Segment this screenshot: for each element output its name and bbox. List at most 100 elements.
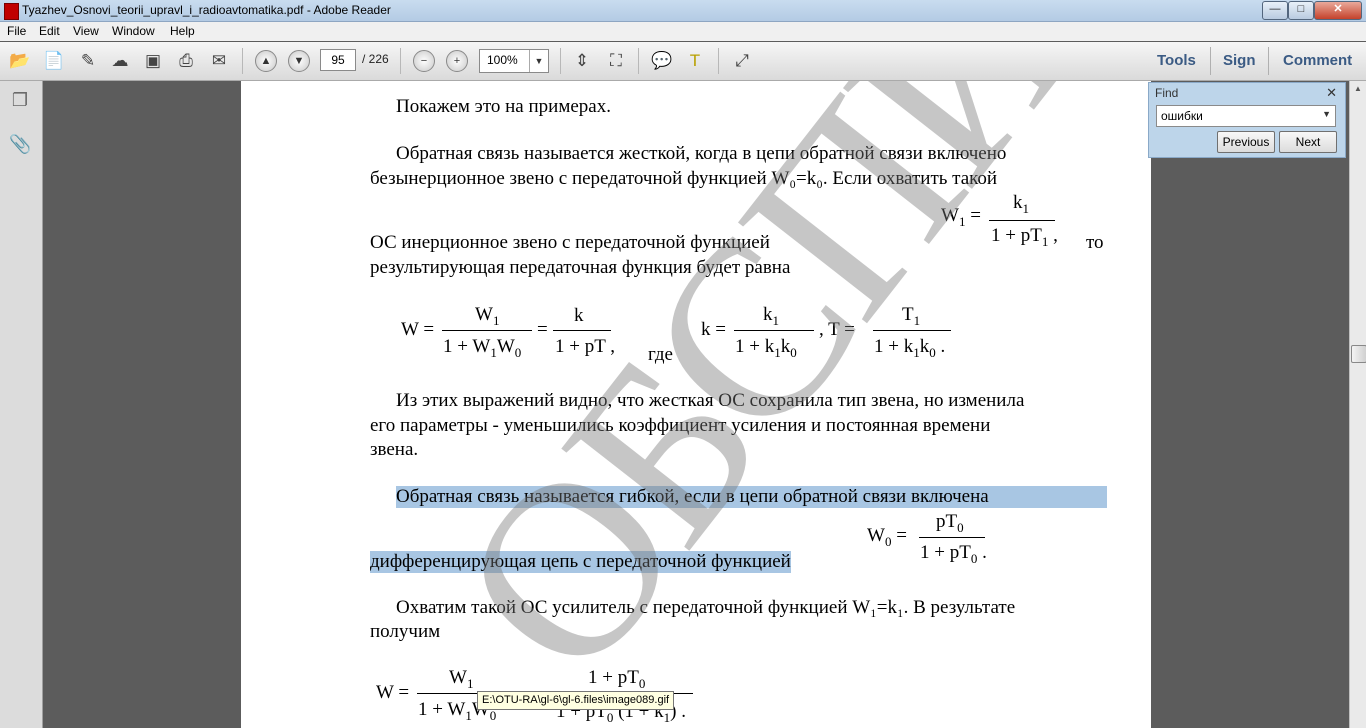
attachments-icon[interactable]: 📎 (9, 133, 31, 155)
paragraph-text: Охватим такой ОС усилитель с передаточно… (396, 597, 1016, 618)
highlighted-search-result: Обратная связь называется гибкой, если в… (396, 486, 1107, 508)
maximize-button[interactable]: □ (1288, 1, 1314, 20)
chevron-down-icon[interactable]: ▼ (1322, 109, 1331, 119)
fraction-line (919, 537, 985, 538)
chevron-down-icon[interactable]: ▼ (529, 50, 548, 72)
toolbar-divider (718, 48, 719, 74)
image-path-tooltip: E:\OTU-RA\gl-6\gl-6.files\image089.gif (477, 691, 675, 710)
formula-w: W = (401, 319, 435, 340)
formula-comma: , T = (819, 319, 855, 340)
paragraph-text: безынерционное звено с передаточной функ… (370, 168, 998, 189)
upload-cloud-icon[interactable]: ☁ (109, 51, 131, 71)
edit-icon[interactable]: ✎ (77, 51, 99, 71)
title-bar: Tyazhev_Osnovi_teorii_upravl_i_radioavto… (0, 0, 1366, 22)
find-panel: Find ✕ ошибки ▼ Previous Next (1148, 82, 1346, 158)
zoom-value: 100% (487, 53, 518, 67)
formula-w0: W0 = (867, 525, 907, 549)
toolbar-divider (242, 48, 243, 74)
page-number-input[interactable] (320, 49, 356, 71)
fraction-line (734, 330, 814, 331)
navigation-panel: ❐ 📎 (0, 81, 43, 728)
toolbar-divider (1268, 47, 1269, 75)
formula-equals: = (537, 319, 548, 340)
print-icon[interactable]: ⎙ (175, 51, 197, 71)
formula-denominator: 1 + pT , (555, 336, 615, 357)
adobe-reader-icon (4, 3, 19, 20)
menu-edit[interactable]: Edit (39, 24, 60, 38)
page-thumbnails-icon[interactable]: ❐ (9, 89, 31, 111)
page-total-label: / 226 (362, 52, 389, 66)
email-icon[interactable]: ✉ (208, 51, 230, 71)
close-button[interactable]: ✕ (1314, 1, 1362, 20)
formula-numerator: 1 + pT0 (588, 667, 646, 691)
close-icon[interactable]: ✕ (1326, 85, 1337, 101)
paragraph-text: результирующая передаточная функция буде… (370, 257, 791, 278)
find-next-button[interactable]: Next (1279, 131, 1337, 153)
formula-denominator: 1 + pT0 . (920, 542, 987, 566)
formula-numerator: k1 (1013, 192, 1029, 216)
formula-denominator: 1 + W1W0 (443, 336, 522, 360)
open-icon[interactable]: 📂 (9, 51, 31, 71)
paragraph-text: его параметры - уменьшились коэффициент … (370, 415, 991, 436)
fraction-line (442, 330, 532, 331)
menu-view[interactable]: View (73, 24, 99, 38)
toolbar-divider (638, 48, 639, 74)
document-viewport[interactable]: Покажем это на примерах. Обратная связь … (43, 81, 1349, 728)
formula-numerator: W1 (449, 667, 474, 691)
window-title: Tyazhev_Osnovi_teorii_upravl_i_radioavto… (22, 3, 391, 17)
formula-numerator: W1 (475, 304, 500, 328)
toolbar-divider (400, 48, 401, 74)
paragraph-text: то (1086, 232, 1104, 253)
tools-button[interactable]: Tools (1157, 52, 1196, 69)
vertical-scrollbar[interactable]: ▲ (1349, 81, 1366, 728)
paragraph-text: Покажем это на примерах. (396, 96, 611, 117)
paragraph-text: получим (370, 621, 441, 642)
zoom-in-icon[interactable]: + (446, 50, 468, 72)
previous-page-icon[interactable]: ▲ (255, 50, 277, 72)
next-page-icon[interactable]: ▼ (288, 50, 310, 72)
menu-help[interactable]: Help (170, 24, 195, 38)
paragraph-text: Из этих выражений видно, что жесткая ОС … (396, 390, 1025, 411)
formula-w: W = (376, 682, 410, 703)
save-icon[interactable]: ▣ (142, 51, 164, 71)
menu-window[interactable]: Window (112, 24, 155, 38)
toolbar-divider (560, 48, 561, 74)
minimize-button[interactable]: — (1262, 1, 1288, 20)
formula-denominator: 1 + k1k0 . (874, 336, 946, 360)
formula-denominator: 1 + pT1 , (991, 225, 1058, 249)
fraction-line (553, 330, 611, 331)
formula-numerator: k (574, 305, 584, 326)
formula-denominator: 1 + k1k0 (735, 336, 797, 360)
paragraph-text: Обратная связь называется жесткой, когда… (396, 143, 1007, 164)
fit-page-icon[interactable]: ⛶ (605, 51, 627, 71)
menu-bar: File Edit View Window Help (0, 22, 1366, 41)
zoom-select[interactable]: 100% ▼ (479, 49, 549, 73)
pdf-page: Покажем это на примерах. Обратная связь … (241, 81, 1349, 728)
create-pdf-icon[interactable]: 📄 (43, 51, 65, 71)
formula-k: k = (701, 319, 726, 340)
scroll-up-arrow-icon[interactable]: ▲ (1351, 82, 1365, 96)
highlighted-search-result: дифференцирующая цепь с передаточной фун… (370, 551, 791, 573)
formula-w1: W1 = (941, 205, 981, 229)
fit-width-icon[interactable]: ⇕ (571, 51, 593, 71)
find-query: ошибки (1161, 109, 1203, 123)
fraction-line (989, 220, 1055, 221)
zoom-out-icon[interactable]: − (413, 50, 435, 72)
formula-numerator: pT0 (936, 511, 964, 535)
toolbar-divider (1210, 47, 1211, 75)
fraction-line (873, 330, 951, 331)
find-previous-button[interactable]: Previous (1217, 131, 1275, 153)
formula-numerator: k1 (763, 304, 779, 328)
paragraph-text: звена. (370, 439, 419, 460)
comment-button[interactable]: Comment (1283, 52, 1352, 69)
formula-numerator: T1 (902, 304, 921, 328)
scroll-thumb[interactable] (1351, 345, 1366, 363)
fullscreen-icon[interactable]: ⤢ (731, 51, 753, 71)
highlight-text-icon[interactable]: T (684, 51, 706, 71)
sticky-note-icon[interactable]: 💬 (651, 51, 673, 71)
menu-file[interactable]: File (7, 24, 26, 38)
sign-button[interactable]: Sign (1223, 52, 1256, 69)
paragraph-text: ОС инерционное звено с передаточной функ… (370, 232, 770, 253)
paragraph-text: где (648, 344, 673, 365)
find-input[interactable]: ошибки ▼ (1156, 105, 1336, 127)
